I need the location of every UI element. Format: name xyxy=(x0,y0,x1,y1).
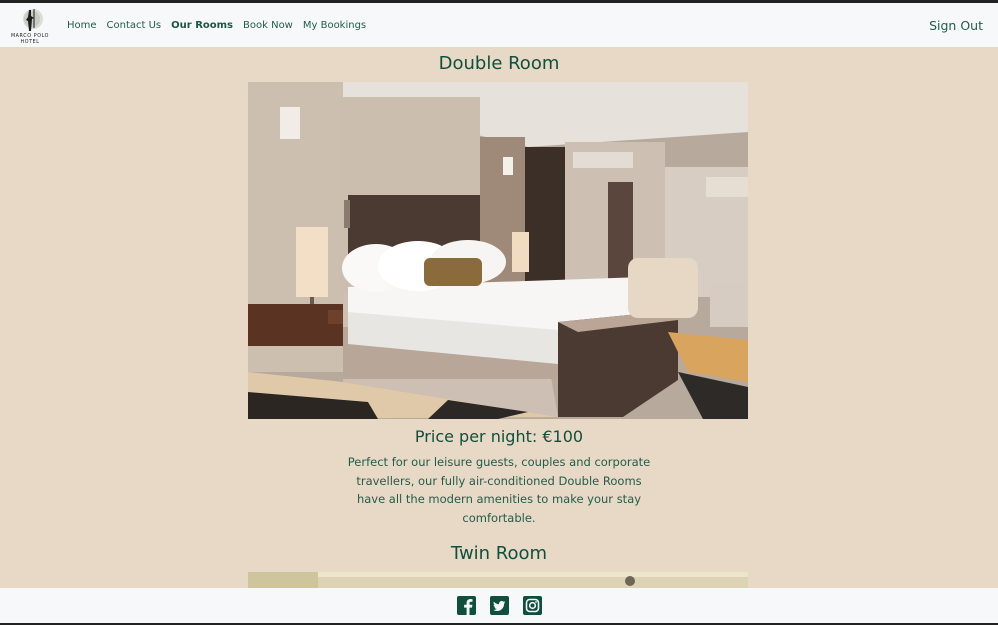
site-footer xyxy=(0,588,998,623)
twin-room-image xyxy=(248,572,748,588)
room-title-double: Double Room xyxy=(438,53,560,74)
hotel-logo[interactable]: MARCO POLO HOTEL xyxy=(6,6,54,44)
double-room-image xyxy=(248,82,748,419)
rooms-content: Double Room Price per night: €100 Perfec… xyxy=(0,47,998,588)
instagram-icon[interactable] xyxy=(522,596,542,615)
nav-links: Home Contact Us Our Rooms Book Now My Bo… xyxy=(67,3,366,47)
nav-our-rooms[interactable]: Our Rooms xyxy=(171,20,233,31)
room-price-double: Price per night: €100 xyxy=(414,427,584,446)
room-title-twin: Twin Room xyxy=(450,543,548,564)
svg-text:MARCO POLO: MARCO POLO xyxy=(11,33,49,39)
sign-out-link[interactable]: Sign Out xyxy=(929,3,983,47)
nav-contact-us[interactable]: Contact Us xyxy=(107,20,162,31)
svg-text:HOTEL: HOTEL xyxy=(20,39,39,44)
top-navbar: MARCO POLO HOTEL Home Contact Us Our Roo… xyxy=(0,3,998,47)
room-description-double: Perfect for our leisure guests, couples … xyxy=(347,455,651,525)
facebook-icon[interactable] xyxy=(456,596,476,615)
nav-home[interactable]: Home xyxy=(67,20,97,31)
twitter-icon[interactable] xyxy=(489,596,509,615)
nav-my-bookings[interactable]: My Bookings xyxy=(303,20,366,31)
nav-book-now[interactable]: Book Now xyxy=(243,20,293,31)
